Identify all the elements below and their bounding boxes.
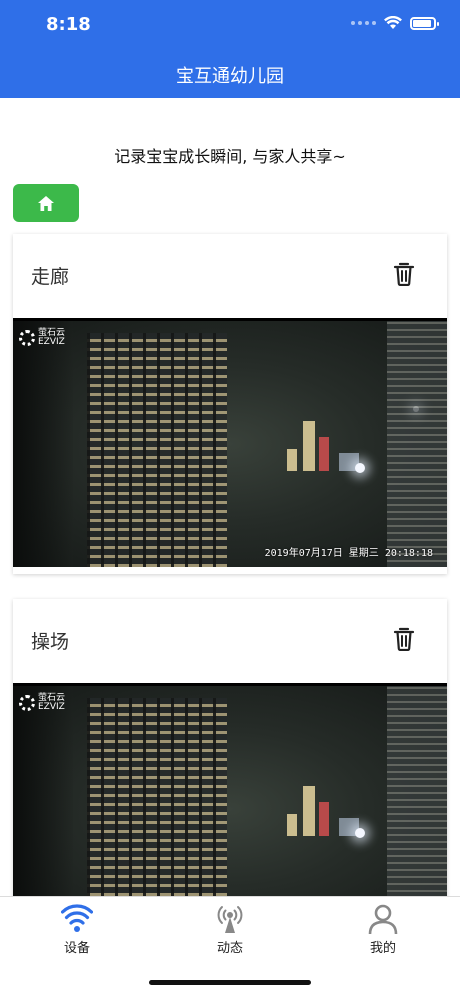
tab-activity[interactable]: 动态 <box>180 903 280 956</box>
home-button[interactable] <box>13 184 79 222</box>
camera-card[interactable]: 操场 萤石云 EZVIZ <box>13 599 447 932</box>
wifi-signal-icon <box>61 904 93 932</box>
home-icon <box>38 195 54 211</box>
camera-card[interactable]: 走廊 萤石云 EZVIZ 2019年07月17日 星期三 20:18:18 <box>13 234 447 574</box>
wifi-icon <box>384 16 402 29</box>
camera-scene-skyline <box>243 406 419 473</box>
trash-icon[interactable] <box>393 262 415 286</box>
camera-scene-right-building <box>387 321 447 567</box>
battery-icon <box>410 16 439 30</box>
tagline: 记录宝宝成长瞬间, 与家人共享~ <box>114 147 346 166</box>
tab-label: 我的 <box>369 941 396 956</box>
camera-card-header: 操场 <box>13 599 447 683</box>
camera-scene-shadow <box>13 321 73 567</box>
tab-devices[interactable]: 设备 <box>27 903 127 956</box>
ezviz-logo: 萤石云 EZVIZ <box>19 694 65 712</box>
app-header: 8:18 宝互通幼儿园 <box>0 0 460 98</box>
tab-label: 动态 <box>216 941 243 956</box>
camera-scene-skyline <box>243 776 403 838</box>
tab-label: 设备 <box>63 941 90 956</box>
trash-icon[interactable] <box>393 627 415 651</box>
camera-name: 走廊 <box>31 266 70 288</box>
person-icon <box>368 904 398 935</box>
camera-feed-preview[interactable]: 萤石云 EZVIZ 2019年07月17日 星期三 20:18:18 <box>13 318 447 567</box>
home-indicator <box>149 980 311 985</box>
broadcast-tower-icon <box>217 906 243 933</box>
tab-mine[interactable]: 我的 <box>333 903 433 956</box>
status-icons <box>351 16 439 30</box>
status-time: 8:18 <box>46 14 91 35</box>
camera-name: 操场 <box>31 631 70 653</box>
camera-scene-building-windows <box>87 333 227 567</box>
page-title: 宝互通幼儿园 <box>176 66 284 87</box>
camera-card-header: 走廊 <box>13 234 447 318</box>
battery-level <box>413 19 431 27</box>
ezviz-logo: 萤石云 EZVIZ <box>19 329 65 347</box>
camera-timestamp: 2019年07月17日 星期三 20:18:18 <box>264 548 433 559</box>
camera-feed-preview[interactable]: 萤石云 EZVIZ <box>13 683 447 932</box>
cellular-signal-icon <box>351 21 376 25</box>
